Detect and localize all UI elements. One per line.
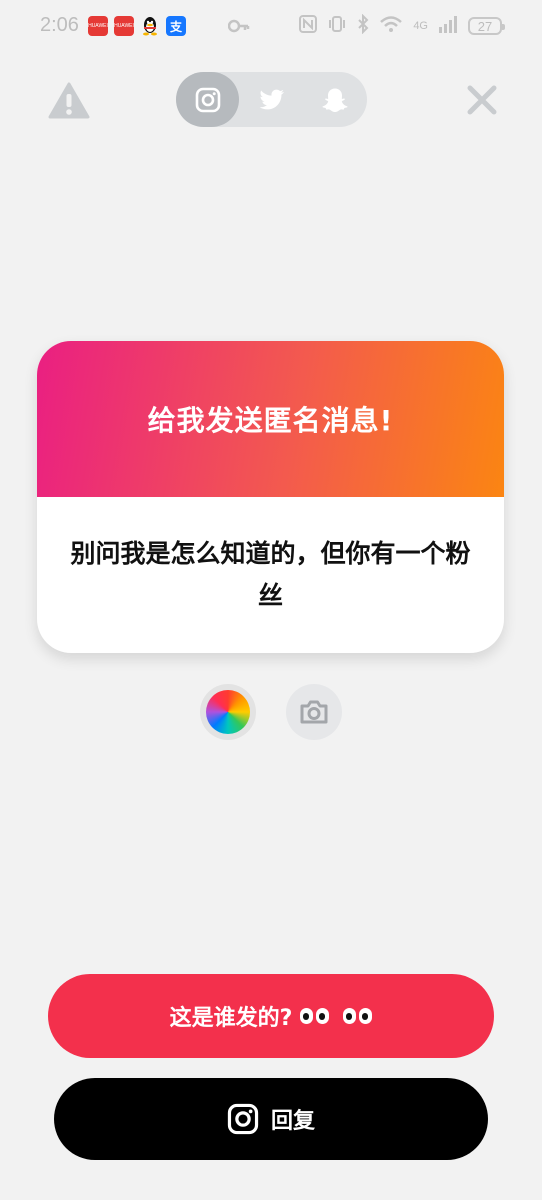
reply-label: 回复 (270, 1109, 315, 1134)
color-picker-button[interactable] (200, 684, 256, 740)
card-title: 给我发送匿名消息! (147, 404, 394, 437)
reply-button[interactable]: 回复 (54, 1078, 488, 1160)
status-bar: 2:06 HUAWEI HUAWEI 支 4G 27 (0, 0, 542, 52)
platform-switcher (176, 72, 367, 127)
who-sent-this-button[interactable]: 这是谁发的? (48, 974, 494, 1058)
instagram-icon (227, 1103, 259, 1135)
instagram-icon (195, 87, 220, 112)
twitter-icon (259, 89, 284, 109)
close-button[interactable] (465, 83, 499, 117)
message-card: 给我发送匿名消息! 别问我是怎么知道的，但你有一个粉丝 (37, 341, 504, 653)
snapchat-icon (322, 88, 347, 112)
who-sent-label: 这是谁发的? (169, 1006, 293, 1031)
camera-icon (300, 700, 328, 724)
status-right-icons: 4G 27 (299, 13, 505, 38)
network-label: 4G (413, 20, 428, 32)
tab-snapchat[interactable] (303, 72, 366, 127)
report-warning-icon[interactable] (48, 82, 90, 120)
wifi-icon (379, 14, 403, 38)
battery-icon: 27 (468, 17, 505, 35)
key-icon (227, 16, 250, 40)
vibrate-icon (327, 14, 347, 38)
signal-icon (438, 15, 458, 37)
close-icon (467, 85, 497, 115)
color-wheel-icon (206, 690, 250, 734)
qq-icon (140, 16, 160, 36)
status-app-icons: HUAWEI HUAWEI 支 (88, 16, 186, 36)
tab-twitter[interactable] (240, 72, 303, 127)
bluetooth-icon (357, 13, 369, 38)
tab-instagram[interactable] (176, 72, 239, 127)
huawei-icon: HUAWEI (88, 16, 108, 36)
nfc-icon (299, 14, 318, 38)
huawei-icon: HUAWEI (114, 16, 134, 36)
camera-button[interactable] (286, 684, 342, 740)
status-time: 2:06 (40, 14, 79, 36)
card-body: 别问我是怎么知道的，但你有一个粉丝 (37, 497, 504, 653)
alipay-icon: 支 (166, 16, 186, 36)
battery-level: 27 (477, 18, 493, 34)
eyes-icon (300, 1008, 373, 1024)
card-header: 给我发送匿名消息! (37, 341, 504, 497)
card-message: 别问我是怎么知道的，但你有一个粉丝 (70, 539, 471, 610)
